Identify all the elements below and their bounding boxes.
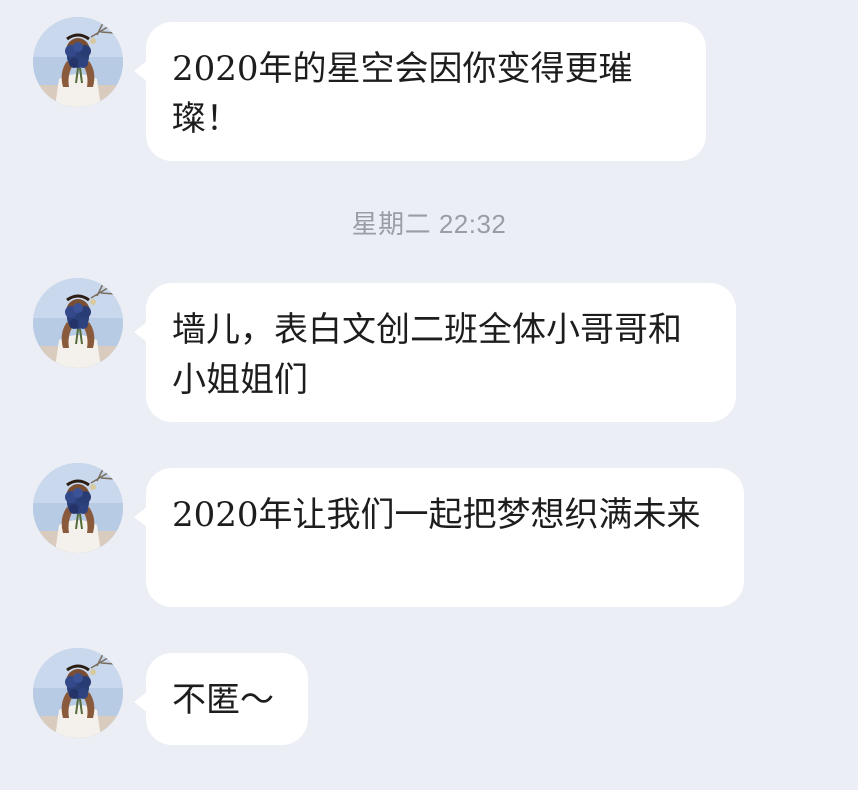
message-bubble[interactable]: 不匿～ bbox=[134, 653, 308, 745]
user-avatar-icon[interactable] bbox=[33, 17, 123, 107]
message-bubble[interactable]: 墙儿，表白文创二班全体小哥哥和小姐姐们 bbox=[134, 283, 736, 422]
message-text: 墙儿，表白文创二班全体小哥哥和小姐姐们 bbox=[172, 310, 682, 400]
chat-timestamp: 星期二 22:32 bbox=[351, 209, 507, 239]
message-text: 不匿～ bbox=[172, 680, 274, 720]
user-avatar-icon[interactable] bbox=[33, 648, 123, 738]
message-bubble[interactable]: 2020年的星空会因你变得更璀璨！ bbox=[134, 22, 706, 161]
user-avatar-icon[interactable] bbox=[33, 463, 123, 553]
message-text: 2020年让我们一起把梦想织满未来 bbox=[172, 495, 701, 535]
message-text: 2020年的星空会因你变得更璀璨！ bbox=[172, 49, 633, 139]
user-avatar-icon[interactable] bbox=[33, 278, 123, 368]
message-bubble[interactable]: 2020年让我们一起把梦想织满未来 bbox=[134, 468, 744, 607]
